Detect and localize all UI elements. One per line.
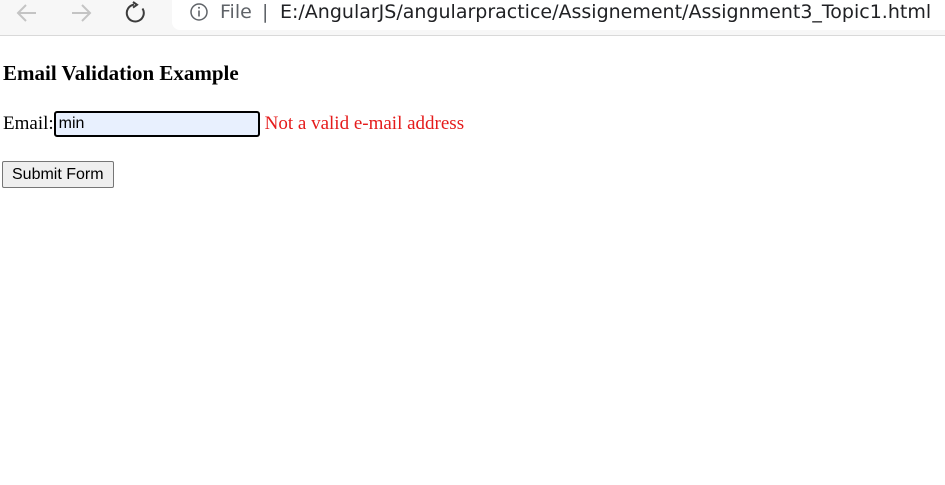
scheme-label: File [220,1,252,23]
email-label: Email: [3,113,54,134]
page-title: Email Validation Example [3,61,239,85]
browser-toolbar: File | E:/AngularJS/angularpractice/Assi… [0,0,945,36]
info-icon[interactable] [189,2,209,22]
submit-form-button[interactable]: Submit Form [2,161,114,188]
arrow-right-icon [72,4,92,22]
forward-button[interactable] [61,0,101,26]
arrow-left-icon [16,4,36,22]
address-separator: | [262,1,269,23]
email-input[interactable] [53,111,260,137]
back-button[interactable] [7,0,47,26]
reload-button[interactable] [116,0,156,26]
address-bar[interactable]: File | E:/AngularJS/angularpractice/Assi… [172,0,945,30]
url-text[interactable]: E:/AngularJS/angularpractice/Assignement… [280,1,931,23]
email-error-message: Not a valid e-mail address [264,113,465,134]
page-content: Email Validation Example Email: Not a va… [2,60,464,188]
reload-icon [125,1,145,23]
email-form: Email: Not a valid e-mail address [3,111,464,137]
